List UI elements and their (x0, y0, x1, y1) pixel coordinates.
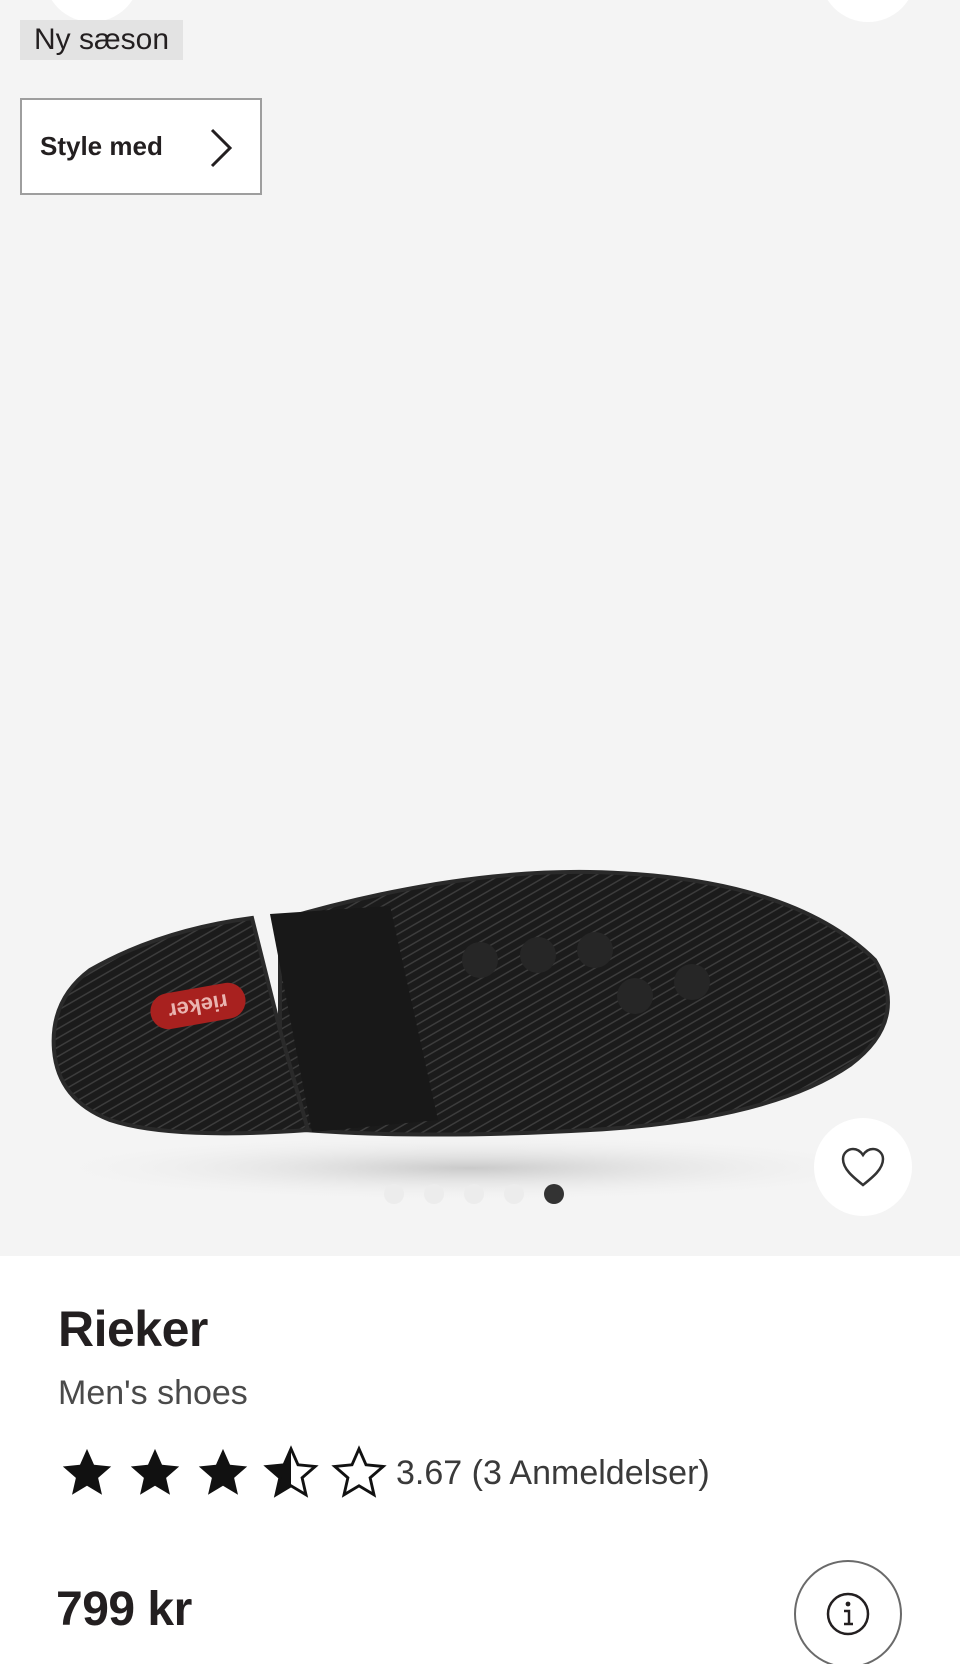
favorite-button[interactable] (814, 1118, 912, 1216)
product-info-section: Rieker Men's shoes 3.67 (3 Anmeldelser) … (0, 1256, 960, 1664)
new-season-badge: Ny sæson (20, 20, 184, 60)
brand-name[interactable]: Rieker (58, 1300, 208, 1358)
carousel-dot[interactable] (424, 1184, 444, 1204)
back-button[interactable] (44, 0, 140, 22)
star-half-icon (263, 1445, 319, 1498)
rating-text[interactable]: 3.67 (3 Anmeldelser) (396, 1454, 710, 1493)
carousel-dot-active[interactable] (544, 1184, 564, 1204)
carousel-dot[interactable] (384, 1184, 404, 1204)
rating-summary[interactable]: 3.67 (3 Anmeldelser) (58, 1444, 710, 1502)
style-with-label: Style med (40, 131, 163, 161)
carousel-pagination[interactable] (384, 1184, 564, 1204)
product-category: Men's shoes (58, 1374, 248, 1412)
carousel-dot[interactable] (504, 1184, 524, 1204)
carousel-dot[interactable] (464, 1184, 484, 1204)
shoe-sole-image: rieker (30, 869, 910, 1202)
info-icon (826, 1592, 870, 1636)
star-icon (62, 1448, 112, 1495)
share-button[interactable] (820, 0, 916, 22)
rating-stars (58, 1444, 388, 1502)
star-outline-icon (331, 1445, 387, 1498)
star-icon (198, 1448, 248, 1495)
star-icon (130, 1448, 180, 1495)
product-image-gallery[interactable]: Ny sæson Style med rieker (0, 0, 960, 1256)
style-with-button[interactable]: Style med (20, 98, 262, 195)
chevron-right-icon (210, 128, 233, 168)
product-price: 799 kr (56, 1583, 192, 1636)
price-info-button[interactable] (794, 1560, 902, 1664)
heart-icon (841, 1147, 885, 1187)
